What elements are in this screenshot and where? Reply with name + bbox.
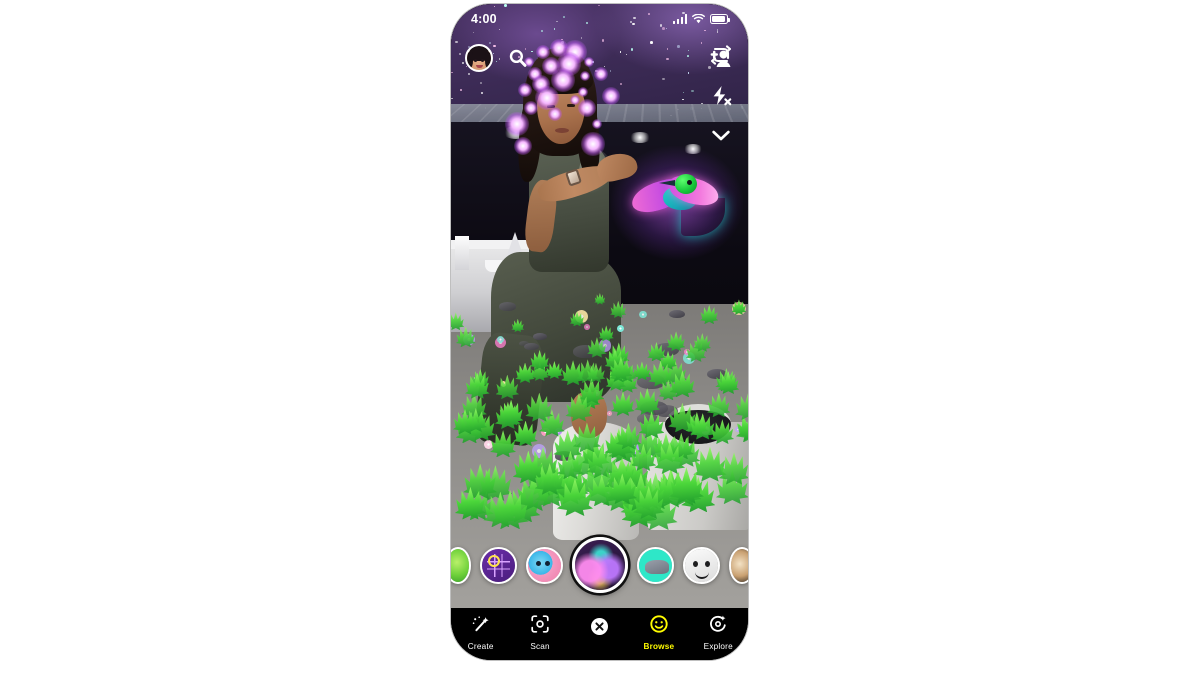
- glow-particle: [592, 119, 602, 129]
- nav-item-browse[interactable]: Browse: [632, 615, 686, 651]
- ar-stone: [499, 302, 516, 311]
- ar-grass-tuft: [455, 326, 476, 348]
- magic-wand-icon: [472, 615, 490, 638]
- nav-item-close[interactable]: [572, 615, 626, 635]
- ar-grass-tuft: [545, 360, 563, 379]
- nav-item-label: Scan: [530, 642, 550, 651]
- nav-item-label: Explore: [703, 642, 733, 651]
- close-icon[interactable]: [590, 618, 608, 635]
- ar-flower: [497, 335, 505, 343]
- nav-item-create[interactable]: Create: [454, 615, 508, 651]
- status-clock: 4:00: [471, 12, 497, 26]
- ar-grass-tuft: [707, 392, 731, 418]
- chevron-down-icon[interactable]: [708, 122, 734, 148]
- ar-grass-tuft: [735, 392, 748, 420]
- battery-icon: [710, 14, 731, 24]
- glow-particle: [570, 95, 580, 105]
- search-icon[interactable]: [505, 45, 531, 71]
- glow-particle: [581, 132, 605, 156]
- glow-particle: [578, 87, 588, 97]
- ar-stone: [524, 342, 539, 351]
- camera-flip-icon[interactable]: [708, 42, 734, 68]
- smiley-icon: [650, 615, 668, 638]
- bottom-navigation-bar: Create Scan Browse Explore: [451, 608, 748, 660]
- nav-item-label: Browse: [643, 642, 675, 651]
- lens-smiley-thumbnail: [684, 548, 718, 582]
- vase-prop: [455, 236, 469, 270]
- phone-screen: 4:00 Create Scan Browse Explore: [451, 4, 748, 660]
- explore-star-icon: [709, 615, 727, 638]
- ar-grass-tuft: [594, 293, 606, 305]
- lens-flower-bird-thumbnail: [574, 540, 625, 590]
- screenshot-canvas: 4:00 Create Scan Browse Explore: [0, 0, 1200, 675]
- lens-tictactoe[interactable]: [479, 546, 517, 584]
- hummingbird-eye: [687, 180, 692, 185]
- cellular-signal-icon: [672, 14, 687, 24]
- lens-flower-bird[interactable]: [571, 537, 628, 593]
- ar-flower: [616, 324, 624, 333]
- ar-grass-tuft: [611, 391, 635, 416]
- ar-stone: [668, 309, 686, 319]
- ar-grass-tuft: [529, 349, 550, 371]
- phone-device-frame: 4:00 Create Scan Browse Explore: [451, 4, 748, 660]
- ar-hummingbird: [611, 146, 743, 260]
- ar-flower: [639, 310, 647, 318]
- glow-particle: [505, 112, 529, 136]
- hummingbird-head: [675, 174, 697, 194]
- ar-grass-tuft: [699, 304, 719, 325]
- lens-smiley[interactable]: [682, 546, 720, 584]
- nav-item-explore[interactable]: Explore: [691, 615, 745, 651]
- ar-grass-tuft: [451, 312, 465, 331]
- ar-flower: [606, 410, 613, 417]
- bitmoji-avatar[interactable]: [465, 44, 493, 72]
- camera-viewfinder[interactable]: 4:00: [451, 4, 748, 610]
- lens-blue-character[interactable]: [525, 546, 563, 584]
- wifi-icon: [692, 14, 705, 24]
- ar-stone: [533, 333, 548, 341]
- lens-elephant[interactable]: [636, 546, 674, 584]
- scan-icon: [531, 615, 549, 638]
- lens-tictactoe-thumbnail: [481, 548, 515, 582]
- person-lips: [555, 128, 569, 133]
- nav-item-scan[interactable]: Scan: [513, 615, 567, 651]
- nav-item-label: Create: [467, 642, 494, 651]
- lens-elephant-thumbnail: [638, 548, 672, 582]
- lens-green-thumbnail: [451, 548, 469, 582]
- status-bar: 4:00: [451, 4, 748, 34]
- ar-grass-tuft: [710, 419, 735, 444]
- lens-tan-thumbnail: [730, 548, 748, 582]
- ar-grass-tuft: [525, 392, 554, 422]
- lens-blue-character-thumbnail: [527, 548, 561, 582]
- ceiling-light: [629, 132, 651, 143]
- lens-carousel[interactable]: [451, 534, 748, 596]
- camera-controls: [704, 42, 738, 148]
- status-icons: [672, 14, 731, 24]
- hummingbird-beak: [659, 180, 675, 186]
- lens-tan[interactable]: [728, 546, 748, 584]
- ar-grass-tuft: [495, 374, 520, 400]
- ar-flower: [584, 324, 591, 331]
- ar-grass-tuft: [465, 372, 490, 399]
- flash-off-icon[interactable]: [708, 82, 734, 108]
- ar-grass-tuft: [511, 318, 525, 333]
- ar-grass-tuft: [610, 300, 627, 318]
- lens-green[interactable]: [451, 546, 471, 584]
